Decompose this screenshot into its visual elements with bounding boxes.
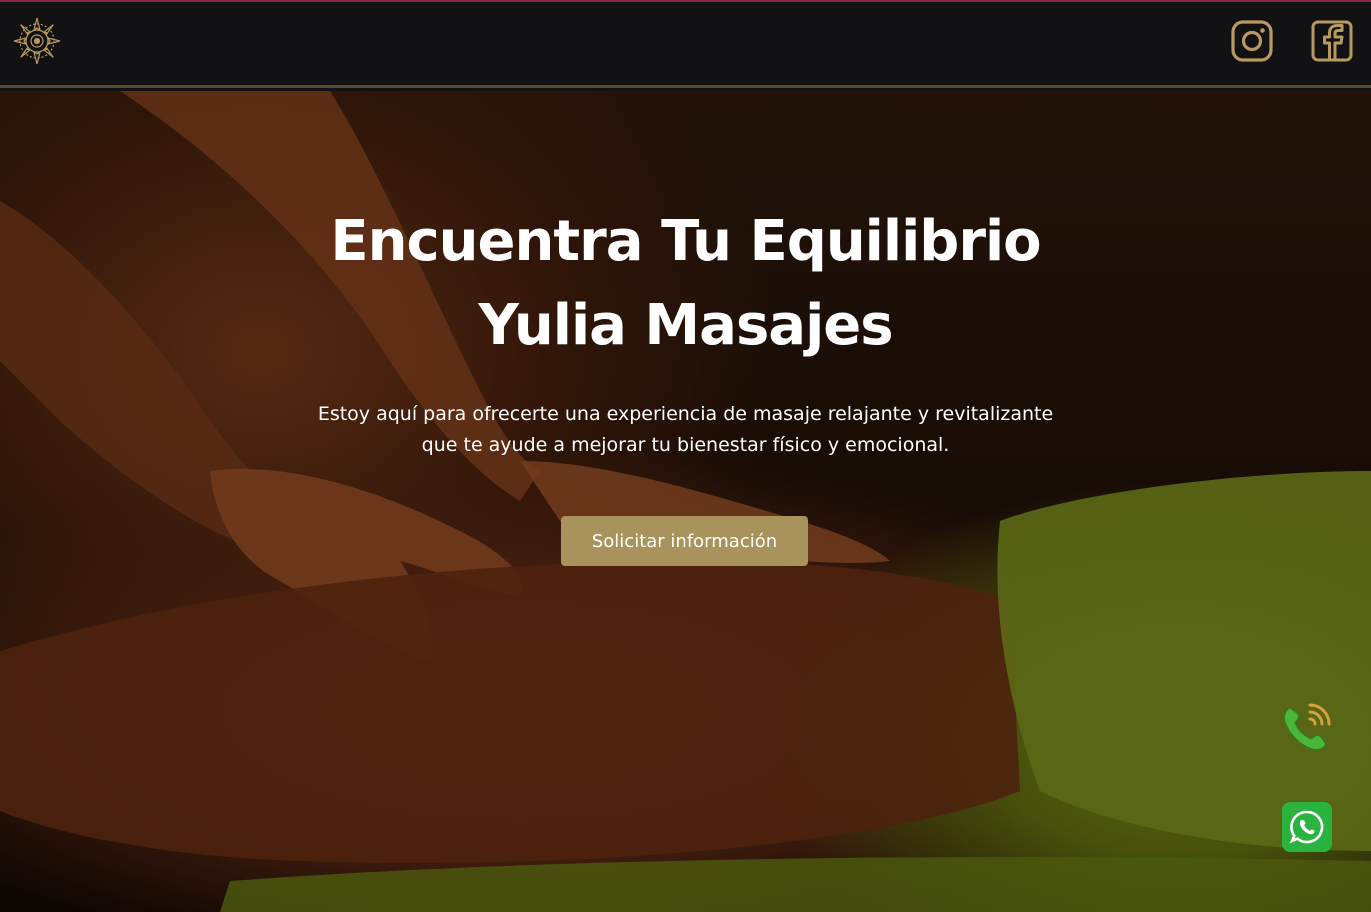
hero-section: Encuentra Tu Equilibrio Yulia Masajes Es… xyxy=(0,91,1371,912)
request-info-button[interactable]: Solicitar información xyxy=(561,516,808,566)
facebook-icon[interactable] xyxy=(1311,20,1353,62)
phone-call-icon[interactable] xyxy=(1280,700,1334,754)
hero-subtitle-line-1: Estoy aquí para ofrecerte una experienci… xyxy=(317,403,1054,425)
hero-subtitle-line-2: que te ayude a mejorar tu bienestar físi… xyxy=(421,434,950,456)
mandala-logo-icon[interactable] xyxy=(12,16,62,66)
hero-title-line-1: Encuentra Tu Equilibrio xyxy=(330,209,1041,274)
instagram-icon[interactable] xyxy=(1231,20,1273,62)
whatsapp-icon[interactable] xyxy=(1282,802,1332,852)
hero-title-line-2: Yulia Masajes xyxy=(478,293,893,358)
top-navbar xyxy=(0,2,1371,88)
